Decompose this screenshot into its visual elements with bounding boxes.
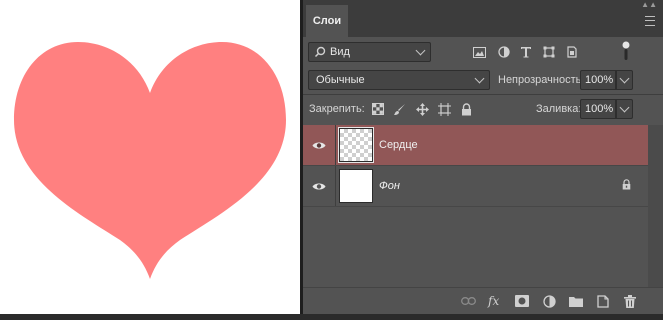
chevron-down-icon: [619, 102, 630, 114]
blend-mode-value: Обычные: [316, 74, 365, 86]
layer-thumbnail: [338, 127, 374, 163]
lock-row: Закрепить: Заливка: 100%: [303, 95, 663, 123]
fx-icon[interactable]: fx: [487, 293, 503, 309]
search-icon: [314, 46, 326, 58]
fill-dropdown-button[interactable]: [616, 99, 633, 119]
tab-layers[interactable]: Слои: [306, 5, 348, 37]
new-layer-icon[interactable]: [595, 293, 611, 309]
layer-locked-icon: [622, 179, 631, 193]
layers-scrollbar[interactable]: [648, 125, 663, 287]
tab-layers-label: Слои: [312, 15, 342, 27]
window-bottom-strip: [0, 314, 663, 320]
layer-visibility-toggle[interactable]: [303, 125, 336, 165]
type-filter-icon[interactable]: [518, 44, 534, 60]
layer-divider: [303, 206, 648, 207]
layer-thumbnail: [339, 169, 373, 203]
opacity-dropdown-button[interactable]: [616, 70, 633, 90]
filter-row: Вид: [303, 38, 663, 66]
layer-row-background[interactable]: Фон: [303, 166, 648, 206]
eye-icon: [312, 183, 326, 189]
fill-value: 100%: [585, 103, 614, 115]
eye-icon: [312, 142, 326, 148]
panel-tabbar: ▲▲ Слои: [303, 0, 663, 37]
heart-shape: [14, 42, 286, 279]
document-canvas[interactable]: [0, 0, 300, 314]
collapse-panel-icon[interactable]: ▲▲: [641, 0, 657, 9]
layer-visibility-toggle[interactable]: [303, 166, 336, 206]
lock-position-move-icon[interactable]: [414, 101, 430, 117]
filter-toggle-switch[interactable]: [621, 40, 631, 62]
mask-icon[interactable]: [514, 293, 530, 309]
lock-artboard-icon[interactable]: [436, 101, 452, 117]
chevron-down-icon: [415, 45, 426, 57]
filter-kind-value: Вид: [330, 46, 350, 58]
layers-panel: ▲▲ Слои Вид Обычные Непрозрачность: 100%…: [303, 0, 663, 320]
layer-name[interactable]: Сердце: [379, 139, 418, 151]
adjustment-filter-icon[interactable]: [496, 44, 512, 60]
lock-label: Закрепить:: [309, 103, 365, 115]
lock-transparent-pixels-icon[interactable]: [370, 101, 386, 117]
shape-filter-icon[interactable]: [541, 44, 557, 60]
opacity-input[interactable]: 100%: [580, 70, 616, 90]
fill-input[interactable]: 100%: [580, 99, 616, 119]
blend-mode-select[interactable]: Обычные: [308, 70, 490, 90]
layers-bottom-toolbar: fx: [303, 287, 663, 315]
blend-row: Обычные Непрозрачность: 100%: [303, 66, 663, 94]
link-icon[interactable]: [460, 293, 476, 309]
chevron-down-icon: [619, 73, 630, 85]
adjustment-icon[interactable]: [541, 293, 557, 309]
image-filter-icon[interactable]: [471, 44, 487, 60]
lock-all-padlock-icon[interactable]: [458, 101, 474, 117]
folder-icon[interactable]: [568, 293, 584, 309]
canvas-area: [0, 0, 303, 320]
panel-menu-icon[interactable]: [645, 16, 655, 26]
trash-icon[interactable]: [622, 293, 638, 309]
fill-label: Заливка:: [536, 103, 582, 115]
smart-object-filter-icon[interactable]: [564, 44, 580, 60]
svg-text:fx: fx: [487, 294, 499, 308]
filter-kind-select[interactable]: Вид: [308, 42, 431, 62]
layer-row-heart[interactable]: Сердце: [303, 125, 648, 165]
opacity-value: 100%: [585, 74, 614, 86]
lock-image-pixels-brush-icon[interactable]: [391, 101, 407, 117]
layers-list: Сердце Фон: [303, 125, 663, 285]
chevron-down-icon: [474, 73, 485, 85]
layer-name[interactable]: Фон: [379, 180, 400, 192]
opacity-label: Непрозрачность:: [498, 74, 585, 86]
